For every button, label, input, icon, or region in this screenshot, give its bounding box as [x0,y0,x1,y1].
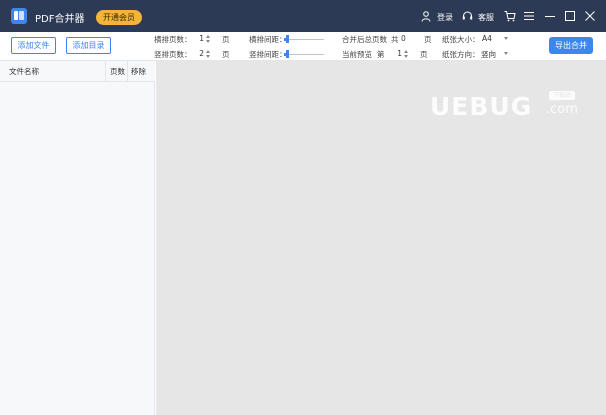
paper-size-label: 纸张大小： [442,35,480,44]
watermark-logo: UEBUG [430,92,533,121]
preview-page-prefix: 第 [377,50,385,59]
slider-handle[interactable] [286,50,289,58]
menu-icon[interactable] [523,10,535,22]
h-pages-unit: 页 [222,35,230,44]
slider-track [284,39,324,40]
cart-icon[interactable] [504,10,516,22]
minimize-icon[interactable] [544,10,556,22]
add-folder-button[interactable]: 添加目录 [66,37,111,54]
preview-page-label: 当前预览 [342,50,372,59]
file-list-header: 文件名称 页数 移除 [0,61,155,82]
watermark-tag: 下载站 [549,91,575,100]
preview-page-stepper[interactable]: 1 [388,49,410,60]
title-bar: PDF合并器 开通会员 登录 客服 [0,0,606,32]
export-merge-button[interactable]: 导出合并 [549,37,593,54]
slider-track [284,54,324,55]
h-pages-label: 横排页数： [154,35,192,44]
add-file-button[interactable]: 添加文件 [11,37,56,54]
spin-arrows-icon[interactable] [404,49,409,60]
v-pages-unit: 页 [222,50,230,59]
slider-handle[interactable] [286,35,289,43]
merged-pages-unit: 页 [424,35,432,44]
paper-size-value[interactable]: A4 [482,34,492,43]
paper-orientation-label: 纸张方向： [442,50,480,59]
column-file-name: 文件名称 [9,67,39,76]
headset-icon[interactable] [462,11,473,22]
column-page-count: 页数 [110,67,125,76]
close-icon[interactable] [584,10,596,22]
paper-size-select[interactable]: A4 [482,34,508,45]
v-pages-stepper[interactable]: 2 [190,49,212,60]
column-remove: 移除 [131,67,146,76]
spin-arrows-icon[interactable] [206,49,211,60]
v-pages-label: 竖排页数： [154,50,192,59]
chevron-down-icon[interactable] [504,52,508,55]
spin-arrows-icon[interactable] [206,34,211,45]
merged-pages-prefix: 共 [391,35,399,44]
h-pages-value[interactable]: 1 [190,34,204,43]
h-spacing-slider[interactable] [284,35,324,43]
maximize-icon[interactable] [564,10,576,22]
watermark-suffix: .com [546,102,578,117]
app-logo-icon [11,8,27,24]
vip-button[interactable]: 开通会员 [96,10,142,25]
app-title: PDF合并器 [35,14,85,25]
v-spacing-slider[interactable] [284,50,324,58]
file-list-panel: 文件名称 页数 移除 [0,61,155,415]
paper-orientation-select[interactable]: 竖向 [481,49,508,60]
merged-pages-label: 合并后总页数 [342,35,387,44]
user-icon[interactable] [421,11,431,22]
v-spacing-label: 竖排间距： [249,50,287,59]
column-divider [105,61,106,82]
merged-pages-value: 0 [401,34,406,43]
login-button[interactable]: 登录 [437,12,453,23]
preview-area [156,61,606,415]
customer-service-button[interactable]: 客服 [478,12,494,23]
h-spacing-label: 横排间距： [249,35,287,44]
toolbar: 添加文件 添加目录 横排页数： 1 页 竖排页数： 2 页 横排间距： 竖排间距… [0,32,606,61]
preview-page-unit: 页 [420,50,428,59]
h-pages-stepper[interactable]: 1 [190,34,212,45]
paper-orientation-value[interactable]: 竖向 [481,49,496,60]
preview-page-value[interactable]: 1 [388,49,402,58]
v-pages-value[interactable]: 2 [190,49,204,58]
column-divider [127,61,128,82]
chevron-down-icon[interactable] [504,37,508,40]
